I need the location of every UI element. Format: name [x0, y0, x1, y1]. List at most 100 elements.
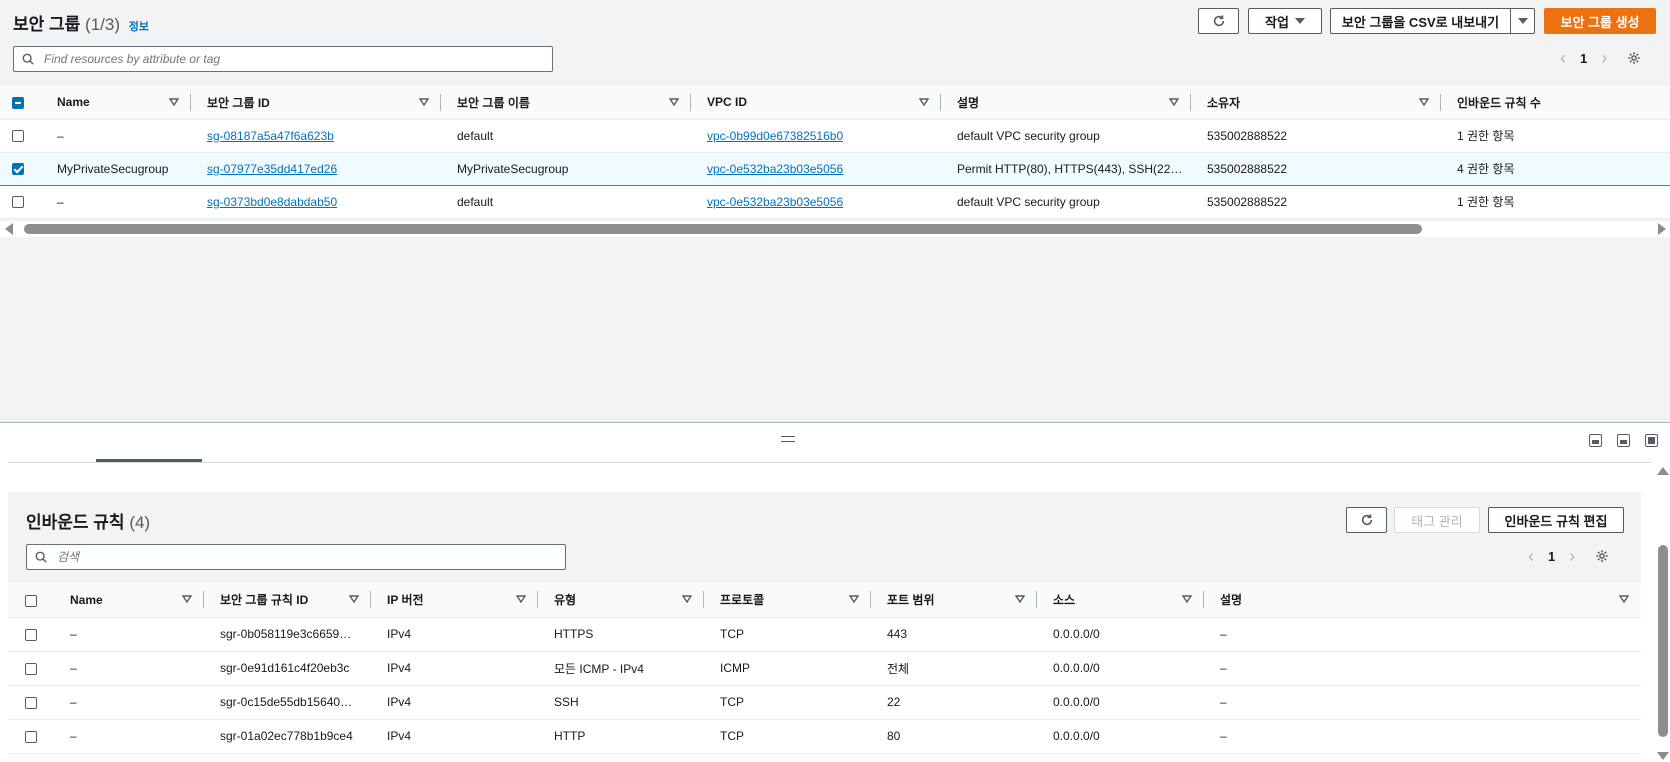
group-id-link[interactable]: sg-07977e35dd417ed26	[207, 162, 337, 176]
search-icon	[35, 551, 47, 563]
row-select-cell[interactable]	[8, 651, 54, 686]
column-header-protocol[interactable]: 프로토콜	[704, 583, 871, 618]
column-header-ip-version[interactable]: IP 버전	[371, 583, 538, 618]
row-checkbox[interactable]	[12, 163, 24, 176]
vertical-scrollbar[interactable]	[1654, 463, 1670, 762]
sort-icon[interactable]	[182, 594, 192, 604]
table-row[interactable]: – sgr-01a02ec778b1b9ce4 IPv4 HTTP TCP 80…	[8, 719, 1641, 754]
vpc-id-link[interactable]: vpc-0e532ba23b03e5056	[707, 162, 843, 176]
page-number[interactable]: 1	[1580, 51, 1587, 66]
row-select-cell[interactable]	[0, 119, 41, 153]
vpc-id-link[interactable]: vpc-0e532ba23b03e5056	[707, 195, 843, 209]
select-all-cell[interactable]	[8, 583, 54, 618]
column-header-group-id[interactable]: 보안 그룹 ID	[191, 86, 441, 120]
row-checkbox[interactable]	[25, 696, 37, 709]
row-checkbox[interactable]	[25, 628, 37, 641]
column-header-inbound-rules[interactable]: 인바운드 규칙 수	[1441, 86, 1670, 120]
manage-tags-button[interactable]: 태그 관리	[1394, 507, 1480, 533]
column-header-name[interactable]: Name	[54, 583, 204, 618]
group-id-link[interactable]: sg-0373bd0e8dabdab50	[207, 195, 337, 209]
column-header-group-name[interactable]: 보안 그룹 이름	[441, 86, 691, 120]
row-checkbox[interactable]	[12, 196, 24, 209]
sort-icon[interactable]	[1169, 97, 1179, 107]
sort-icon[interactable]	[1015, 594, 1025, 604]
vpc-id-link[interactable]: vpc-0b99d0e67382516b0	[707, 129, 843, 143]
column-header-description[interactable]: 설명	[941, 86, 1191, 120]
header-label: 프로토콜	[720, 593, 765, 608]
row-select-cell[interactable]	[0, 151, 41, 186]
scroll-right-icon[interactable]	[1658, 223, 1666, 235]
sort-icon[interactable]	[1182, 594, 1192, 604]
info-link[interactable]: 정보	[129, 21, 149, 33]
inbound-search[interactable]	[26, 544, 566, 570]
row-select-cell[interactable]	[8, 719, 54, 754]
column-header-owner[interactable]: 소유자	[1191, 86, 1441, 120]
refresh-button[interactable]	[1198, 8, 1239, 34]
prev-page-icon[interactable]: ‹	[1560, 49, 1566, 67]
sort-icon[interactable]	[669, 97, 679, 107]
row-checkbox[interactable]	[25, 662, 37, 675]
row-select-cell[interactable]	[8, 617, 54, 652]
cell-name: –	[41, 119, 191, 153]
select-all-cell[interactable]	[0, 86, 41, 120]
export-options-dropdown[interactable]	[1510, 8, 1535, 34]
column-header-vpc-id[interactable]: VPC ID	[691, 86, 941, 120]
table-row-selected[interactable]: MyPrivateSecugroup sg-07977e35dd417ed26 …	[0, 151, 1670, 186]
export-csv-button[interactable]: 보안 그룹을 CSV로 내보내기	[1330, 8, 1511, 34]
scroll-up-icon[interactable]	[1657, 467, 1669, 475]
active-tab-indicator[interactable]	[96, 459, 202, 462]
scrollbar-thumb[interactable]	[1658, 545, 1668, 737]
column-header-name[interactable]: Name	[41, 86, 191, 120]
sort-icon[interactable]	[1619, 594, 1629, 604]
sort-icon[interactable]	[849, 594, 859, 604]
next-page-icon[interactable]: ›	[1601, 49, 1607, 67]
row-select-cell[interactable]	[8, 685, 54, 720]
search-input[interactable]	[42, 51, 552, 67]
sort-icon[interactable]	[349, 594, 359, 604]
settings-gear-icon[interactable]	[1627, 51, 1641, 65]
cell-owner: 535002888522	[1191, 151, 1441, 186]
settings-gear-icon[interactable]	[1595, 549, 1609, 563]
sort-icon[interactable]	[419, 97, 429, 107]
column-header-source[interactable]: 소스	[1037, 583, 1204, 618]
page-number[interactable]: 1	[1548, 549, 1555, 564]
scroll-down-icon[interactable]	[1657, 752, 1669, 760]
table-row[interactable]: – sg-08187a5a47f6a623b default vpc-0b99d…	[0, 119, 1670, 153]
horizontal-scrollbar[interactable]	[0, 221, 1670, 237]
group-id-link[interactable]: sg-08187a5a47f6a623b	[207, 129, 334, 143]
layout-full-icon[interactable]	[1645, 434, 1658, 447]
select-all-checkbox[interactable]	[12, 97, 24, 110]
scroll-left-icon[interactable]	[5, 223, 13, 235]
column-header-type[interactable]: 유형	[538, 583, 704, 618]
inbound-search-input[interactable]	[55, 549, 565, 565]
column-header-rule-id[interactable]: 보안 그룹 규칙 ID	[204, 583, 371, 618]
table-row[interactable]: – sgr-0e91d161c4f20eb3c IPv4 모든 ICMP - I…	[8, 651, 1641, 686]
scrollbar-thumb[interactable]	[24, 224, 1422, 234]
table-row[interactable]: – sgr-0c15de55db15640… IPv4 SSH TCP 22 0…	[8, 685, 1641, 720]
cell-inbound-rules: 1 권한 항목	[1441, 119, 1670, 153]
resource-search[interactable]	[13, 46, 553, 72]
column-header-port-range[interactable]: 포트 범위	[871, 583, 1037, 618]
create-security-group-button[interactable]: 보안 그룹 생성	[1544, 8, 1656, 34]
column-header-description[interactable]: 설명	[1204, 583, 1641, 618]
layout-bottom-icon[interactable]	[1589, 434, 1602, 447]
table-row[interactable]: – sg-0373bd0e8dabdab50 default vpc-0e532…	[0, 185, 1670, 219]
sort-icon[interactable]	[516, 594, 526, 604]
sort-icon[interactable]	[169, 97, 179, 107]
inbound-refresh-button[interactable]	[1346, 507, 1387, 533]
actions-dropdown[interactable]: 작업	[1248, 8, 1322, 34]
edit-inbound-rules-button[interactable]: 인바운드 규칙 편집	[1488, 507, 1624, 533]
sort-icon[interactable]	[1419, 97, 1429, 107]
table-row[interactable]: – sgr-0b058119e3c6659… IPv4 HTTPS TCP 44…	[8, 617, 1641, 652]
select-all-checkbox[interactable]	[25, 594, 37, 607]
layout-side-icon[interactable]	[1617, 434, 1630, 447]
next-page-icon[interactable]: ›	[1569, 547, 1575, 565]
cell-inbound-rules: 4 권한 항목	[1441, 151, 1670, 186]
resize-handle-icon[interactable]	[781, 436, 795, 442]
row-select-cell[interactable]	[0, 185, 41, 219]
prev-page-icon[interactable]: ‹	[1528, 547, 1534, 565]
sort-icon[interactable]	[919, 97, 929, 107]
sort-icon[interactable]	[682, 594, 692, 604]
row-checkbox[interactable]	[25, 730, 37, 743]
row-checkbox[interactable]	[12, 130, 24, 143]
